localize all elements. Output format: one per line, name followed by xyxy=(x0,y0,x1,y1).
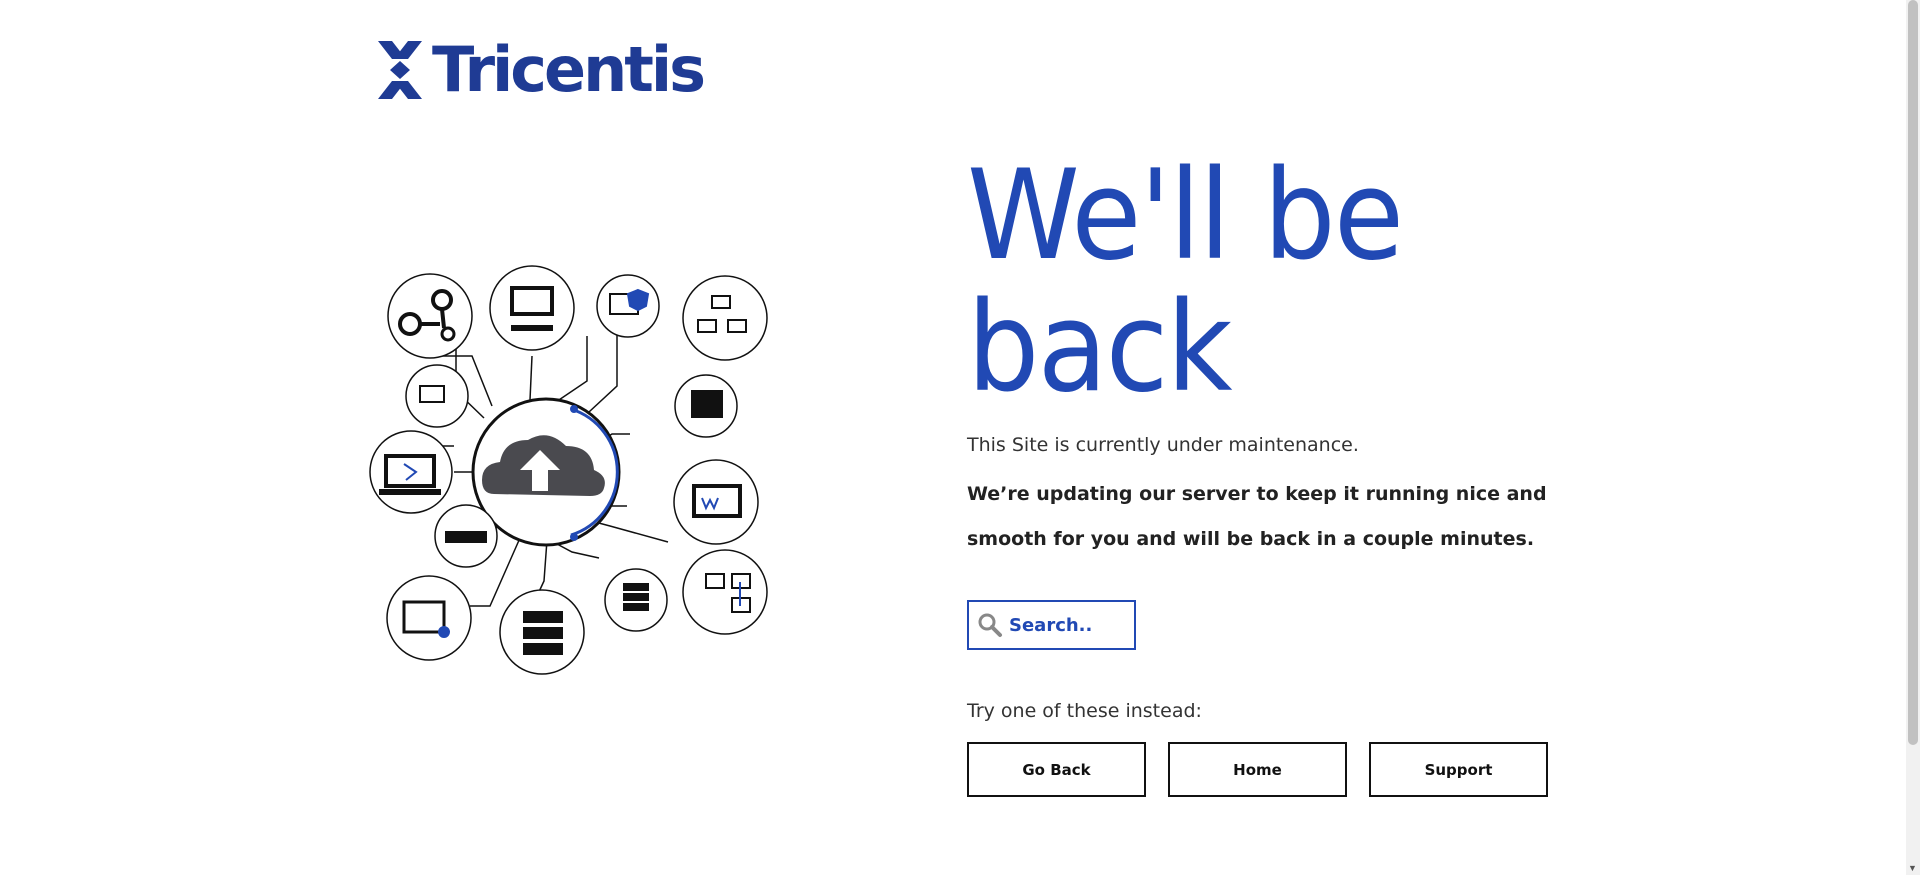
logo-wordmark: Tricentis xyxy=(432,33,706,106)
scrollbar-thumb[interactable] xyxy=(1908,0,1918,745)
maintenance-subtitle: This Site is currently under maintenance… xyxy=(967,434,1359,456)
go-back-button[interactable]: Go Back xyxy=(967,742,1146,797)
alternatives-label: Try one of these instead: xyxy=(967,700,1202,722)
maintenance-message: We’re updating our server to keep it run… xyxy=(967,483,1547,550)
tricentis-logo-mark-icon xyxy=(378,41,422,99)
vertical-scrollbar[interactable]: ▼ xyxy=(1906,0,1920,875)
headline-line-1: We'll be xyxy=(967,144,1404,288)
search-input[interactable] xyxy=(1007,613,1131,637)
home-button[interactable]: Home xyxy=(1168,742,1347,797)
search-box[interactable] xyxy=(967,600,1136,650)
maintenance-content: We'll be back This Site is currently und… xyxy=(967,150,1607,797)
scroll-down-arrow-icon[interactable]: ▼ xyxy=(1908,863,1917,873)
alternatives-buttons: Go Back Home Support xyxy=(967,742,1607,797)
page-title: We'll be back xyxy=(967,150,1607,414)
search-icon xyxy=(978,613,1002,637)
support-button[interactable]: Support xyxy=(1369,742,1548,797)
network-illustration xyxy=(369,265,768,675)
headline-line-2: back xyxy=(967,276,1233,420)
tricentis-logo[interactable]: Tricentis xyxy=(376,33,706,106)
